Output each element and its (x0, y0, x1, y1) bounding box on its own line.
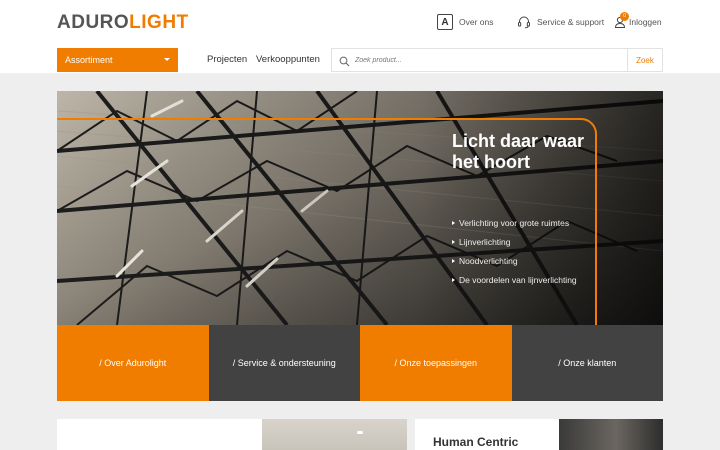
search-bar: Zoek (331, 48, 663, 72)
assortment-dropdown[interactable]: Assortiment (57, 48, 178, 72)
nav-link-stores[interactable]: Verkooppunten (256, 54, 320, 65)
service-support-link[interactable]: Service & support (517, 12, 604, 32)
notification-badge: 0 (620, 12, 629, 21)
hero-title: Licht daar waar het hoort (452, 131, 585, 172)
hero-list-item[interactable]: Lijnverlichting (452, 232, 577, 251)
logo-part-1: ADURO (57, 12, 130, 33)
search-icon (339, 54, 350, 72)
search-button[interactable]: Zoek (627, 48, 662, 72)
login-label: Inloggen (629, 17, 662, 27)
hero-list-item[interactable]: Verlichting voor grote ruimtes (452, 213, 577, 232)
card-image (559, 419, 663, 450)
card-image (262, 419, 407, 450)
site-header: ADUROLIGHT A Over ons Service & support … (0, 0, 720, 73)
logo-part-2: LIGHT (129, 12, 189, 33)
hero-list-item[interactable]: De voordelen van lijnverlichting (452, 270, 577, 289)
content-card-1[interactable] (57, 419, 407, 450)
service-label: Service & support (537, 17, 605, 27)
hero-banner[interactable]: Licht daar waar het hoort Verlichting vo… (57, 91, 663, 325)
tile-service[interactable]: / Service & ondersteuning (208, 325, 360, 401)
category-tiles: / Over Adurolight / Service & ondersteun… (57, 325, 663, 401)
tile-about[interactable]: / Over Adurolight (57, 325, 209, 401)
assortment-label: Assortiment (65, 55, 113, 65)
hero-list-item[interactable]: Noodverlichting (452, 251, 577, 270)
bullet-arrow-icon (452, 258, 455, 263)
about-link[interactable]: A Over ons (437, 12, 494, 32)
bullet-arrow-icon (452, 277, 455, 282)
tile-applications[interactable]: / Onze toepassingen (360, 325, 512, 401)
content-card-2[interactable]: Human Centric (415, 419, 663, 450)
hero-feature-list: Verlichting voor grote ruimtes Lijnverli… (452, 213, 577, 289)
card-title: Human Centric (433, 435, 519, 449)
search-input[interactable] (355, 53, 625, 68)
tile-customers[interactable]: / Onze klanten (511, 325, 663, 401)
nav-link-projects[interactable]: Projecten (207, 54, 247, 65)
caret-down-icon (164, 58, 170, 61)
about-label: Over ons (459, 17, 494, 27)
headset-icon (517, 15, 531, 29)
logo[interactable]: ADUROLIGHT (57, 12, 189, 34)
bullet-arrow-icon (452, 239, 455, 244)
bullet-arrow-icon (452, 220, 455, 225)
about-icon: A (437, 14, 453, 30)
